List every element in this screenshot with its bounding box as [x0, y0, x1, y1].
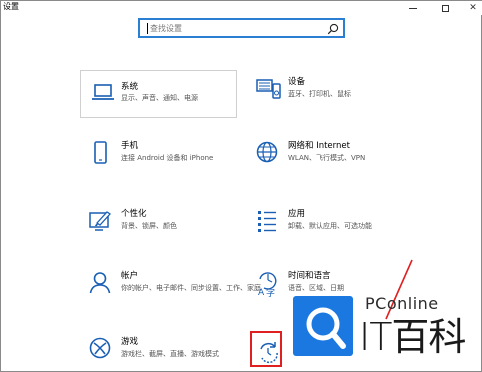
- watermark-logo: [293, 296, 353, 356]
- watermark-brand-big: IT百科: [359, 315, 466, 359]
- watermark-brand-small: PConline: [365, 294, 439, 313]
- magnifier-logo-icon: [306, 307, 346, 349]
- settings-window: 设置 ✕ 查找设置 系统 显示、声音、通知、电源 设备 蓝牙、打印机、鼠标 手机…: [0, 0, 482, 372]
